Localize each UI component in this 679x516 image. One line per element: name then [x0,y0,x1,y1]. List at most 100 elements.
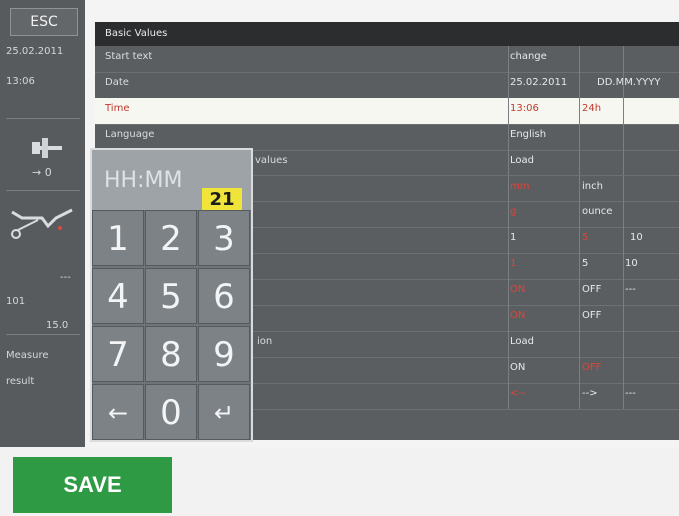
column-divider [579,305,580,331]
backspace-key[interactable]: ← [92,384,144,440]
column-divider [579,253,580,280]
column-divider [508,123,509,150]
key-6[interactable]: 6 [198,268,250,324]
row-cell-1: 1 [510,258,517,270]
bottom-bar: SAVE [0,447,679,516]
sidebar-arrow-value: → 0 [32,166,52,179]
row-cell-1: 1 [510,232,517,244]
column-divider [623,253,624,280]
sidebar-divider [6,190,80,191]
key-8[interactable]: 8 [145,326,197,382]
column-divider [623,227,624,254]
column-divider [508,201,509,228]
balancer-weight-icon[interactable] [30,134,64,166]
column-divider [623,279,624,305]
column-divider [508,46,509,72]
row-cell-1: ON [510,361,526,373]
sidebar-result-label: result [6,376,35,387]
entered-value-badge: 21 [202,188,242,212]
sidebar-divider [6,118,80,119]
key-7[interactable]: 7 [92,326,144,382]
row-cell-2: 24h [582,102,602,114]
row-cell-2: 5 [582,258,589,270]
column-divider [623,330,624,357]
enter-key[interactable]: ↵ [198,384,250,440]
esc-button[interactable]: ESC [10,8,78,36]
column-divider [579,123,580,150]
time-keypad: HH:MM 21 1 2 3 4 5 6 7 8 9 ← 0 ↵ [90,148,253,442]
row-cell-3: 10 [630,232,643,244]
row-cell-3: --- [625,284,636,296]
row-label: Date [105,76,129,88]
key-5[interactable]: 5 [145,268,197,324]
column-divider [623,97,624,124]
table-row[interactable]: Time 13:06 24h [95,97,679,125]
row-cell-1: change [510,51,547,62]
column-divider [508,330,509,357]
column-divider [623,382,624,409]
column-divider [623,46,624,72]
column-divider [579,201,580,228]
column-divider [623,71,624,98]
key-4[interactable]: 4 [92,268,144,324]
row-cell-2: DD.MM.YYYY [597,76,661,88]
key-3[interactable]: 3 [198,210,250,266]
row-label: Language [105,128,155,140]
column-divider [508,149,509,176]
key-9[interactable]: 9 [198,326,250,382]
sidebar-time: 13:06 [6,76,35,87]
column-divider [508,356,509,383]
row-cell-1: ON [510,284,526,296]
time-format-label: HH:MM [104,168,183,193]
row-cell-2: inch [582,180,603,192]
row-cell-1: <-- [510,387,526,399]
column-divider [508,253,509,280]
row-cell-1: 25.02.2011 [510,76,568,88]
column-divider [579,97,580,124]
keypad-display: HH:MM 21 [92,150,251,212]
sidebar-value-b: 15.0 [46,320,69,331]
row-cell-1: Load [510,335,534,347]
row-cell-2: OFF [582,310,602,321]
column-divider [508,305,509,331]
row-cell-2: --> [582,387,598,399]
row-cell-1: English [510,128,547,140]
column-divider [579,175,580,202]
sidebar-measure-label: Measure [6,350,49,361]
sidebar-divider [6,334,80,335]
column-divider [508,227,509,254]
rim-profile-icon[interactable] [8,204,78,244]
row-label: ion [257,335,273,347]
column-divider [579,149,580,176]
column-divider [508,175,509,202]
key-0[interactable]: 0 [145,384,197,440]
column-divider [623,175,624,202]
row-cell-2: ounce [582,206,613,218]
key-2[interactable]: 2 [145,210,197,266]
sidebar-date: 25.02.2011 [6,46,64,57]
table-row[interactable]: Date 25.02.2011 DD.MM.YYYY [95,71,679,99]
column-divider [579,279,580,305]
row-cell-2: OFF [582,284,602,296]
column-divider [508,71,509,98]
key-1[interactable]: 1 [92,210,144,266]
column-divider [579,227,580,254]
column-divider [623,149,624,176]
sidebar-value-a: 101 [6,296,26,307]
table-title: Basic Values [105,28,168,39]
table-title-bar: Basic Values [95,22,679,46]
row-label: Start text [105,51,153,62]
save-button[interactable]: SAVE [13,457,172,513]
row-cell-1: ON [510,310,526,321]
row-cell-1: g [510,206,517,218]
table-row[interactable]: Language English [95,123,679,151]
sidebar-dash: --- [60,272,71,283]
column-divider [579,356,580,383]
table-row[interactable]: Start text change [95,46,679,73]
column-divider [508,382,509,409]
row-label: values [255,154,288,166]
column-divider [508,97,509,124]
row-cell-2: OFF [582,361,602,373]
row-label: Time [105,102,130,114]
column-divider [508,279,509,305]
